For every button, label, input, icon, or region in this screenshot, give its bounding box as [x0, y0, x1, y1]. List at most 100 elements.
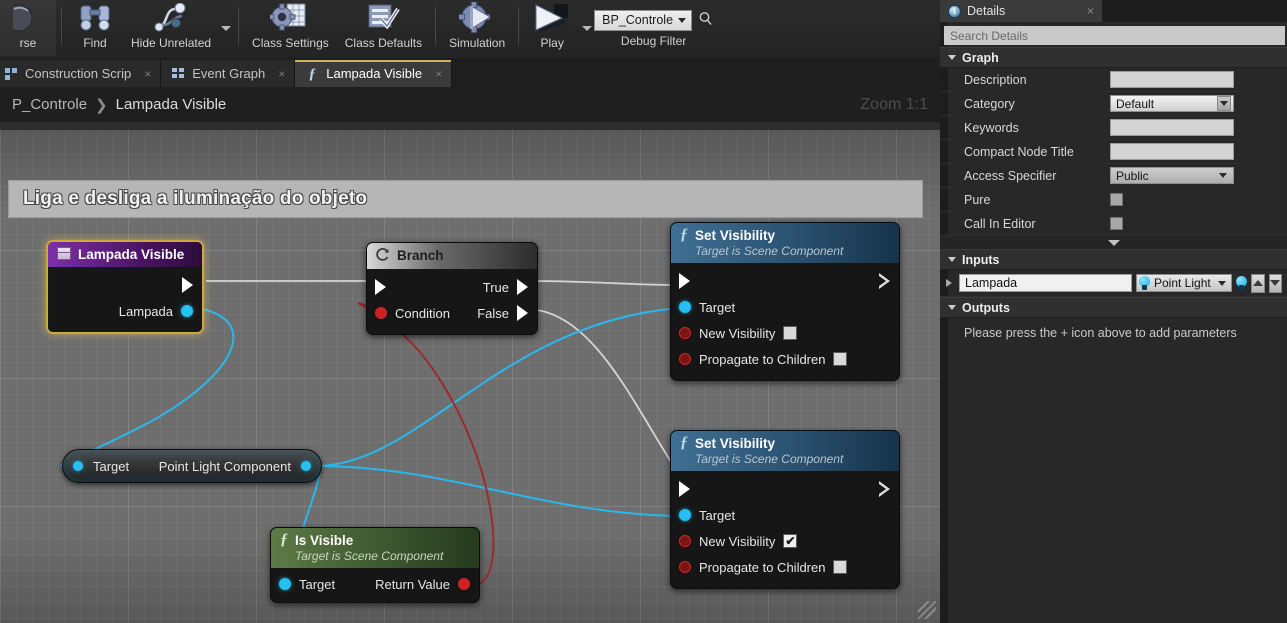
- pin-false-out[interactable]: False: [477, 305, 528, 321]
- input-param-row: Point Light: [940, 270, 1287, 297]
- toolbar-button-class-defaults[interactable]: Class Defaults: [337, 0, 430, 56]
- toolbar-button-find[interactable]: Find: [67, 0, 123, 56]
- play-dropdown-arrow[interactable]: [580, 0, 594, 56]
- pin-exec-in[interactable]: [679, 273, 690, 289]
- tab-event-graph[interactable]: Event Graph ×: [161, 60, 296, 87]
- call-in-editor-checkbox[interactable]: [1110, 217, 1123, 230]
- chevron-down-icon: [1218, 280, 1226, 286]
- tab-details[interactable]: i Details ×: [940, 0, 1102, 22]
- pin-exec-in[interactable]: [375, 279, 386, 295]
- tab-construction-script[interactable]: Construction Scrip ×: [0, 60, 162, 87]
- node-pin-row: Propagate to Children: [671, 346, 899, 372]
- object-pin-icon: [73, 461, 83, 471]
- outputs-empty-hint: Please press the + icon above to add par…: [964, 326, 1237, 340]
- hide-unrelated-dropdown-arrow[interactable]: [219, 0, 233, 56]
- expand-more-button[interactable]: [940, 236, 1287, 249]
- toolbar-button-browse[interactable]: rse: [0, 0, 56, 56]
- breadcrumb-current[interactable]: Lampada Visible: [116, 96, 227, 113]
- exec-pin-icon: [517, 305, 528, 321]
- row-keywords: Keywords: [940, 116, 1287, 140]
- close-icon[interactable]: ×: [1087, 4, 1094, 18]
- pin-exec-out[interactable]: [879, 273, 890, 289]
- graph-canvas[interactable]: Liga e desliga a iluminação do objeto La…: [0, 122, 940, 623]
- node-set-visibility-1[interactable]: ƒ Set Visibility Target is Scene Compone…: [670, 222, 900, 381]
- tab-close-icon[interactable]: ×: [435, 67, 442, 81]
- access-specifier-combo[interactable]: Public: [1110, 167, 1234, 184]
- pin-true-out[interactable]: True: [483, 279, 528, 295]
- compact-node-title-field[interactable]: [1110, 143, 1234, 160]
- resize-grip[interactable]: [918, 601, 936, 619]
- search-input[interactable]: [950, 28, 1279, 43]
- pin-lampada-out[interactable]: Lampada: [119, 304, 193, 319]
- pin-exec-out[interactable]: [879, 481, 890, 497]
- input-param-type-combo[interactable]: Point Light: [1136, 274, 1232, 292]
- pure-checkbox[interactable]: [1110, 193, 1123, 206]
- bool-pin-icon: [679, 535, 691, 547]
- node-body: True Condition False: [367, 269, 537, 334]
- pin-label: Condition: [395, 305, 450, 321]
- pin-new-visibility-in[interactable]: New Visibility: [679, 326, 798, 341]
- pin-target-in[interactable]: Target: [279, 577, 335, 592]
- toolbar-label-simulation: Simulation: [449, 36, 506, 50]
- pin-target-in[interactable]: Target: [679, 300, 735, 315]
- node-pin-row: Target: [671, 502, 899, 528]
- node-is-visible[interactable]: ƒ Is Visible Target is Scene Component T…: [270, 527, 480, 603]
- debug-filter-combo[interactable]: BP_Controle: [594, 10, 693, 31]
- propagate-to-children-checkbox[interactable]: [833, 560, 848, 574]
- category-combo[interactable]: Default: [1110, 95, 1234, 112]
- pin-label: Return Value: [375, 576, 450, 592]
- input-param-name-field[interactable]: [959, 274, 1132, 292]
- object-pin-icon: [679, 301, 691, 313]
- node-pin-row: True: [367, 274, 537, 300]
- tab-close-icon[interactable]: ×: [144, 67, 151, 81]
- chevron-down-icon: [1217, 96, 1231, 111]
- node-point-light-component[interactable]: Target Point Light Component: [62, 449, 322, 483]
- hide-unrelated-icon: [153, 0, 189, 36]
- node-set-visibility-2[interactable]: ƒ Set Visibility Target is Scene Compone…: [670, 430, 900, 589]
- node-subtitle: Target is Scene Component: [295, 549, 444, 563]
- toolbar-button-hide-unrelated[interactable]: Hide Unrelated: [123, 0, 219, 56]
- keywords-field[interactable]: [1110, 119, 1234, 136]
- pin-propagate-in[interactable]: Propagate to Children: [679, 352, 848, 367]
- pin-target-in[interactable]: Target: [679, 508, 735, 523]
- pin-condition-in[interactable]: Condition: [375, 306, 450, 321]
- input-param-type-value: Point Light: [1154, 276, 1211, 290]
- toolbar-button-play[interactable]: Play: [524, 0, 580, 56]
- search-details-field[interactable]: [944, 26, 1285, 45]
- chevron-right-icon[interactable]: [946, 279, 952, 287]
- move-down-button[interactable]: [1268, 273, 1282, 293]
- node-pin-row: Target Return Value: [271, 571, 479, 597]
- new-visibility-checkbox[interactable]: ✔: [783, 534, 798, 548]
- section-inputs[interactable]: Inputs: [940, 249, 1287, 270]
- section-graph[interactable]: Graph: [940, 47, 1287, 68]
- browse-icon: [13, 0, 43, 36]
- node-pin-row: New Visibility: [671, 320, 899, 346]
- toolbar-separator: [435, 3, 437, 49]
- breadcrumb-root[interactable]: P_Controle: [12, 96, 87, 113]
- magnifier-icon[interactable]: [698, 11, 713, 31]
- pin-new-visibility-in[interactable]: New Visibility ✔: [679, 533, 798, 549]
- comment-box[interactable]: Liga e desliga a iluminação do objeto: [8, 180, 923, 218]
- pin-return-value-out[interactable]: Return Value: [375, 577, 470, 592]
- move-up-button[interactable]: [1251, 273, 1265, 293]
- pin-label: New Visibility: [699, 533, 776, 549]
- tab-close-icon[interactable]: ×: [278, 67, 285, 81]
- tab-lampada-visible[interactable]: ƒ Lampada Visible ×: [295, 60, 453, 87]
- pin-exec-out[interactable]: [182, 277, 193, 293]
- description-field[interactable]: [1110, 71, 1234, 88]
- node-lampada-visible[interactable]: Lampada Visible Lampada: [46, 240, 204, 334]
- category-value: Default: [1116, 96, 1155, 111]
- label-call-in-editor: Call In Editor: [964, 216, 1036, 231]
- toolbar-button-simulation[interactable]: Simulation: [441, 0, 513, 56]
- toolbar-button-class-settings[interactable]: Class Settings: [244, 0, 337, 56]
- node-branch[interactable]: Branch True Condition False: [366, 242, 538, 335]
- debug-filter-label: Debug Filter: [620, 34, 687, 48]
- section-outputs-label: Outputs: [962, 300, 1010, 315]
- breadcrumb: P_Controle ❯ Lampada Visible Zoom 1:1: [0, 87, 940, 122]
- propagate-to-children-checkbox[interactable]: [833, 352, 848, 366]
- section-outputs[interactable]: Outputs: [940, 297, 1287, 318]
- row-access-specifier: Access Specifier Public: [940, 164, 1287, 188]
- new-visibility-checkbox[interactable]: [783, 326, 798, 340]
- pin-propagate-in[interactable]: Propagate to Children: [679, 560, 848, 575]
- pin-exec-in[interactable]: [679, 481, 690, 497]
